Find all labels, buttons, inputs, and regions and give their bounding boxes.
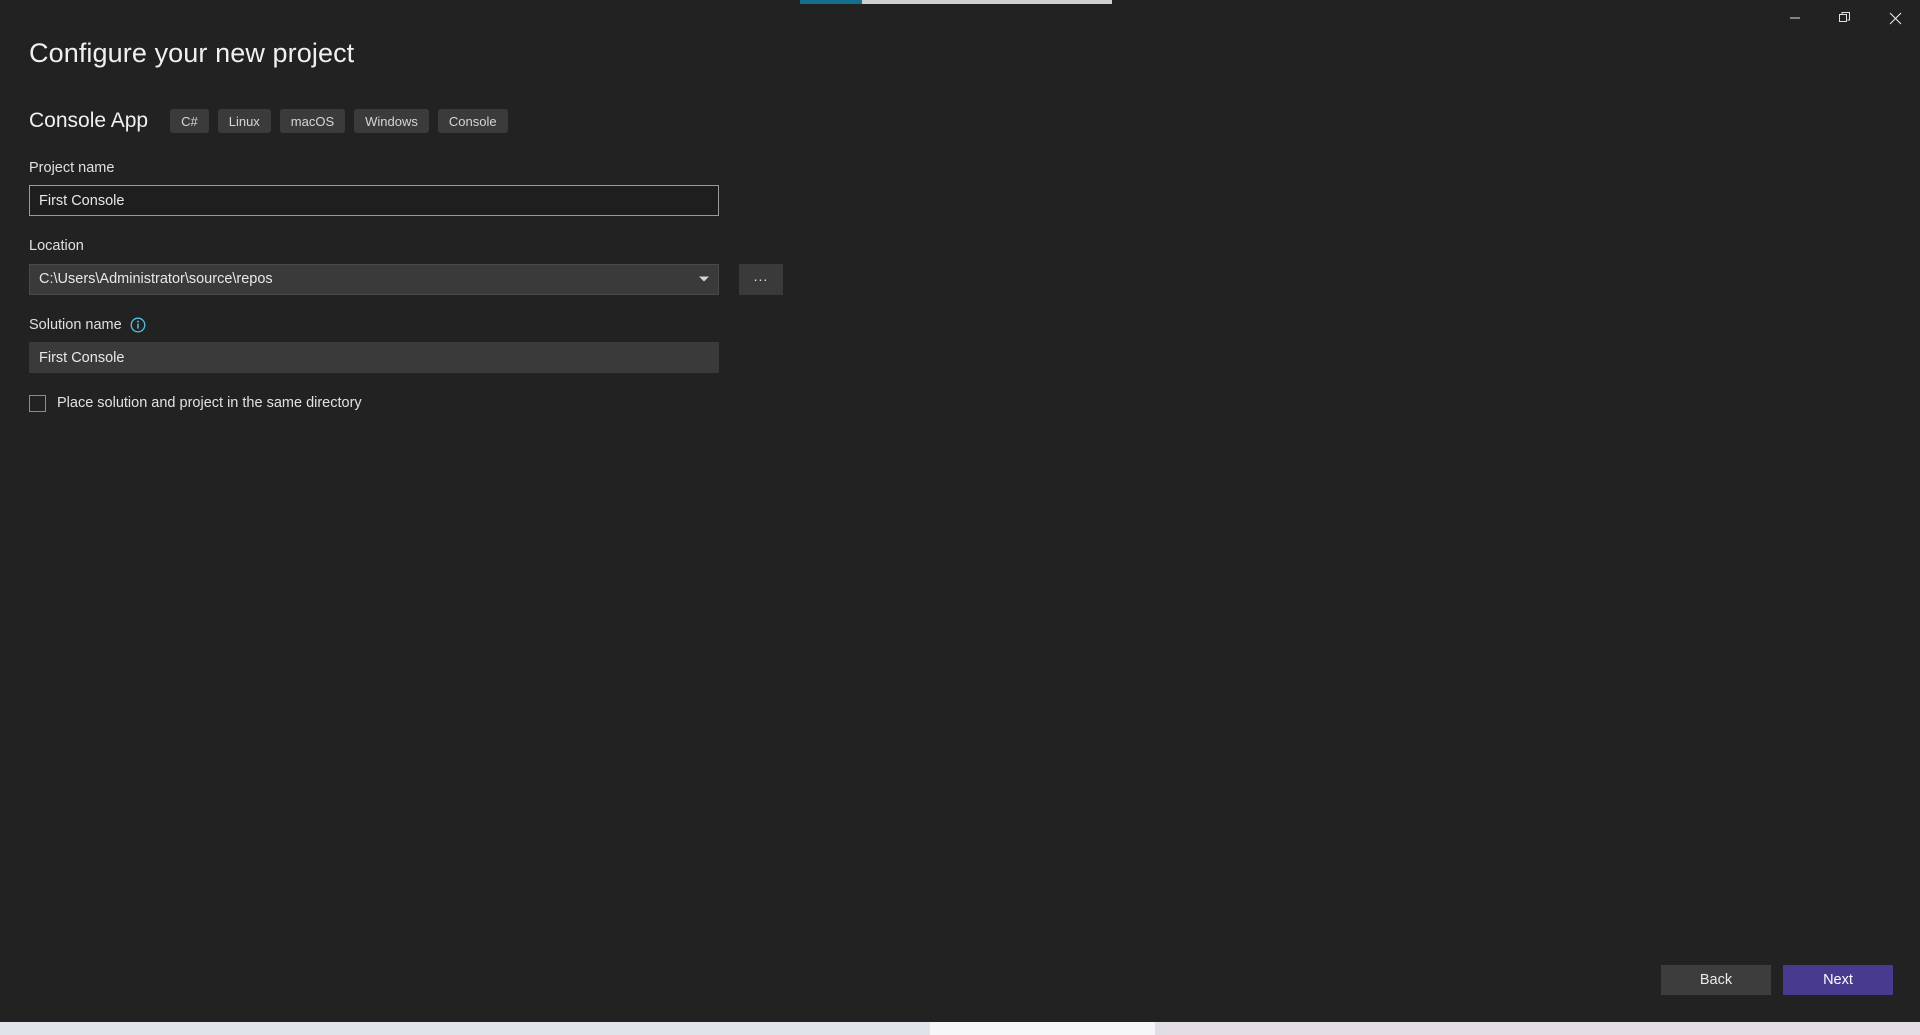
minimize-icon (1789, 12, 1801, 24)
project-name-label: Project name (29, 160, 115, 176)
wizard-progress-track (800, 0, 1112, 4)
location-combobox[interactable]: C:\Users\Administrator\source\repos (29, 263, 719, 295)
location-value: C:\Users\Administrator\source\repos (39, 271, 273, 288)
template-tag-console: Console (437, 109, 508, 133)
template-tag-language: C# (170, 109, 209, 133)
same-directory-checkbox[interactable] (29, 395, 46, 413)
info-icon[interactable] (130, 317, 146, 333)
same-directory-checkbox-row[interactable]: Place solution and project in the same d… (29, 395, 829, 413)
same-directory-label: Place solution and project in the same d… (57, 395, 362, 412)
chevron-down-icon (699, 276, 709, 282)
project-name-field-group: Project name (29, 160, 829, 217)
close-icon (1889, 12, 1902, 25)
minimize-button[interactable] (1770, 0, 1820, 36)
restore-icon (1838, 11, 1852, 25)
desktop-background-strip (0, 1022, 1920, 1035)
location-label: Location (29, 238, 84, 255)
location-field-group: Location C:\Users\Administrator\source\r… (29, 238, 829, 295)
wizard-progress-fill (800, 0, 862, 4)
template-summary: Console App C# Linux macOS Windows Conso… (29, 106, 517, 136)
restore-button[interactable] (1820, 0, 1870, 36)
template-tag-linux: Linux (217, 109, 271, 133)
close-button[interactable] (1870, 0, 1920, 36)
solution-name-label: Solution name (29, 316, 122, 333)
desktop-segment-center (930, 1022, 1155, 1035)
browse-location-button[interactable]: ... (739, 263, 783, 295)
template-tag-macos: macOS (279, 109, 346, 133)
location-row: C:\Users\Administrator\source\repos ... (29, 263, 829, 295)
solution-name-field-group: Solution name (29, 317, 829, 374)
template-name: Console App (29, 109, 149, 132)
back-button[interactable]: Back (1661, 965, 1771, 995)
template-tag-windows: Windows (354, 109, 429, 133)
dialog-footer: Back Next (1661, 965, 1893, 995)
window-caption-buttons (1770, 0, 1920, 36)
project-configuration-form: Project name Location C:\Users\Administr… (29, 160, 829, 413)
page-title: Configure your new project (29, 38, 355, 68)
solution-name-label-row: Solution name (29, 317, 829, 334)
next-button[interactable]: Next (1783, 965, 1893, 995)
solution-name-input[interactable] (29, 342, 719, 374)
configure-project-dialog: Configure your new project Console App C… (0, 0, 1920, 1022)
desktop-segment-left (0, 1022, 930, 1035)
desktop-segment-right (1155, 1022, 1920, 1035)
project-name-input[interactable] (29, 185, 719, 217)
